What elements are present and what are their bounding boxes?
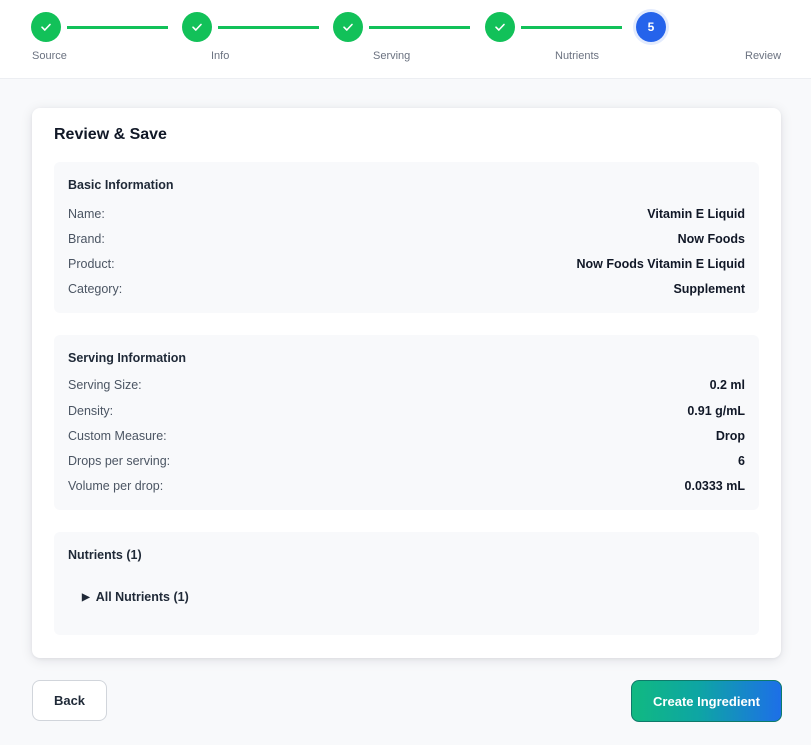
basic-information-section: Basic Information Name: Vitamin E Liquid… xyxy=(54,162,759,313)
section-title: Basic Information xyxy=(68,178,174,192)
row-value: 6 xyxy=(738,454,745,468)
row-label: Category: xyxy=(68,282,123,296)
row-label: Volume per drop: xyxy=(68,479,164,493)
row-value: Now Foods xyxy=(677,232,745,246)
back-button[interactable]: Back xyxy=(32,680,107,721)
info-row-serving-size: Serving Size: 0.2 ml xyxy=(68,377,745,393)
step-1-check-icon xyxy=(31,12,61,42)
toggle-label: All Nutrients (1) xyxy=(95,590,189,604)
row-value: Drop xyxy=(715,429,745,443)
info-row-density: Density: 0.91 g/mL xyxy=(68,403,745,419)
info-row-drops-per-serving: Drops per serving: 6 xyxy=(68,453,745,469)
serving-information-section: Serving Information Serving Size: 0.2 ml… xyxy=(54,335,759,510)
step-2-check-icon xyxy=(182,12,212,42)
row-value: Vitamin E Liquid xyxy=(647,207,745,221)
step-connector-2 xyxy=(218,26,319,29)
step-connector-1 xyxy=(67,26,168,29)
info-row-custom-measure: Custom Measure: Drop xyxy=(68,428,745,444)
section-title: Serving Information xyxy=(68,351,187,365)
row-label: Brand: xyxy=(68,232,105,246)
step-label-source: Source xyxy=(32,50,67,62)
step-label-review: Review xyxy=(745,50,782,62)
step-label-serving: Serving xyxy=(373,50,411,62)
step-connector-4 xyxy=(521,26,622,29)
row-value: 0.2 ml xyxy=(709,378,745,392)
page-title: Review & Save xyxy=(54,126,167,143)
nutrients-section: Nutrients (1) ▶ All Nutrients (1) xyxy=(54,532,759,635)
step-label-nutrients: Nutrients xyxy=(555,50,600,62)
review-card: Review & Save Basic Information Name: Vi… xyxy=(32,108,781,658)
row-value: 0.0333 mL xyxy=(684,479,745,493)
step-connector-3 xyxy=(369,26,470,29)
row-label: Density: xyxy=(68,404,114,418)
create-ingredient-button[interactable]: Create Ingredient xyxy=(631,680,782,722)
step-label-info: Info xyxy=(211,50,230,62)
row-label: Product: xyxy=(68,257,115,271)
progress-stepper: 5 Source Info Serving Nutrients Review xyxy=(0,0,811,79)
row-value: Supplement xyxy=(673,282,745,296)
row-label: Drops per serving: xyxy=(68,454,171,468)
info-row-brand: Brand: Now Foods xyxy=(68,231,745,247)
section-title: Nutrients (1) xyxy=(68,548,142,562)
row-value: Now Foods Vitamin E Liquid xyxy=(576,257,745,271)
info-row-product: Product: Now Foods Vitamin E Liquid xyxy=(68,256,745,272)
row-value: 0.91 g/mL xyxy=(687,404,745,418)
info-row-volume-per-drop: Volume per drop: 0.0333 mL xyxy=(68,478,745,494)
step-3-check-icon xyxy=(333,12,363,42)
info-row-name: Name: Vitamin E Liquid xyxy=(68,206,745,222)
row-label: Name: xyxy=(68,207,105,221)
step-4-check-icon xyxy=(485,12,515,42)
all-nutrients-toggle[interactable]: ▶ All Nutrients (1) xyxy=(82,590,189,604)
row-label: Serving Size: xyxy=(68,378,142,392)
info-row-category: Category: Supplement xyxy=(68,281,745,297)
disclosure-triangle-icon: ▶ xyxy=(82,591,90,603)
step-5-number: 5 xyxy=(636,12,666,42)
row-label: Custom Measure: xyxy=(68,429,167,443)
